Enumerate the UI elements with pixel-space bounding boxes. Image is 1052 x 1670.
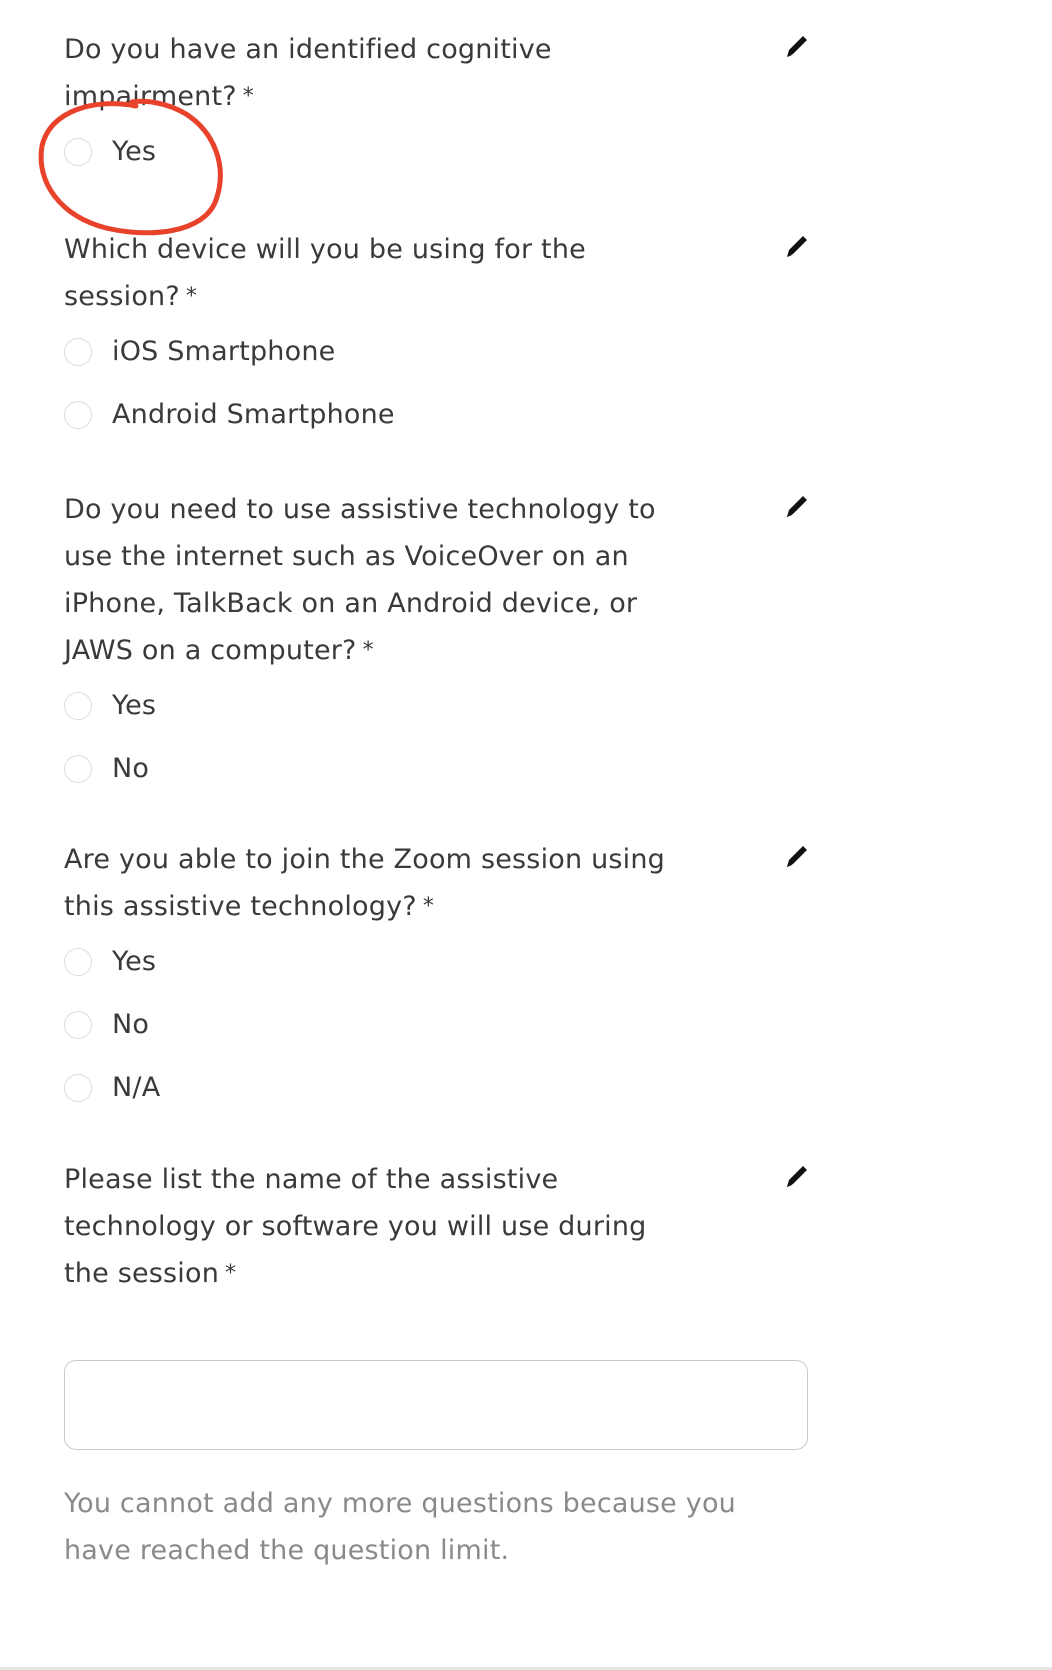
option-yes[interactable]: Yes: [64, 120, 814, 183]
option-yes[interactable]: Yes: [64, 674, 814, 737]
required-mark: *: [422, 894, 435, 919]
required-mark: *: [185, 284, 198, 309]
required-mark: *: [362, 638, 374, 663]
assistive-software-input[interactable]: [64, 1360, 808, 1450]
option-label: iOS Smartphone: [112, 336, 336, 367]
option-label: No: [112, 1009, 150, 1040]
edit-question-button[interactable]: [781, 1160, 813, 1192]
question-text: Are you able to join the Zoom session us…: [64, 844, 666, 922]
pencil-icon: [787, 846, 807, 867]
question-text: Do you have an identified cognitive impa…: [64, 34, 552, 112]
question-assistive-technology: Do you need to use assistive technology …: [64, 486, 814, 800]
required-mark: *: [225, 1261, 237, 1286]
option-label: Yes: [112, 690, 157, 721]
option-android-smartphone[interactable]: Android Smartphone: [64, 383, 814, 446]
radio-button[interactable]: [64, 691, 92, 720]
pencil-icon: [787, 236, 807, 257]
question-text: Which device will you be using for the s…: [64, 234, 586, 312]
pencil-icon: [787, 1166, 807, 1187]
pencil-icon: [787, 36, 807, 57]
option-label: Android Smartphone: [112, 399, 395, 430]
radio-button[interactable]: [64, 137, 92, 166]
radio-button[interactable]: [64, 400, 92, 429]
option-label: N/A: [112, 1072, 161, 1103]
edit-question-button[interactable]: [781, 490, 813, 522]
question-device: Which device will you be using for the s…: [64, 226, 814, 446]
radio-button[interactable]: [64, 754, 92, 783]
radio-button[interactable]: [64, 947, 92, 976]
option-label: Yes: [112, 946, 157, 977]
edit-question-button[interactable]: [781, 840, 813, 872]
option-label: No: [112, 753, 150, 784]
option-label: Yes: [112, 136, 157, 167]
option-no[interactable]: No: [64, 737, 814, 800]
radio-button[interactable]: [64, 1073, 92, 1102]
radio-button[interactable]: [64, 337, 92, 366]
pencil-icon: [787, 496, 807, 517]
question-text: Please list the name of the assistive te…: [64, 1164, 647, 1289]
question-limit-message: You cannot add any more questions becaus…: [64, 1488, 736, 1566]
question-zoom-join: Are you able to join the Zoom session us…: [64, 836, 814, 1119]
edit-question-button[interactable]: [781, 230, 813, 262]
required-mark: *: [242, 84, 254, 109]
option-ios-smartphone[interactable]: iOS Smartphone: [64, 320, 814, 383]
survey-question-list: Do you have an identified cognitive impa…: [0, 0, 1052, 1670]
option-na[interactable]: N/A: [64, 1056, 814, 1119]
question-assistive-software-name: Please list the name of the assistive te…: [64, 1156, 814, 1297]
edit-question-button[interactable]: [781, 30, 813, 62]
radio-button[interactable]: [64, 1010, 92, 1039]
option-yes[interactable]: Yes: [64, 930, 814, 993]
option-no[interactable]: No: [64, 993, 814, 1056]
question-text: Do you need to use assistive technology …: [64, 494, 656, 666]
question-cognitive-impairment: Do you have an identified cognitive impa…: [64, 26, 814, 183]
